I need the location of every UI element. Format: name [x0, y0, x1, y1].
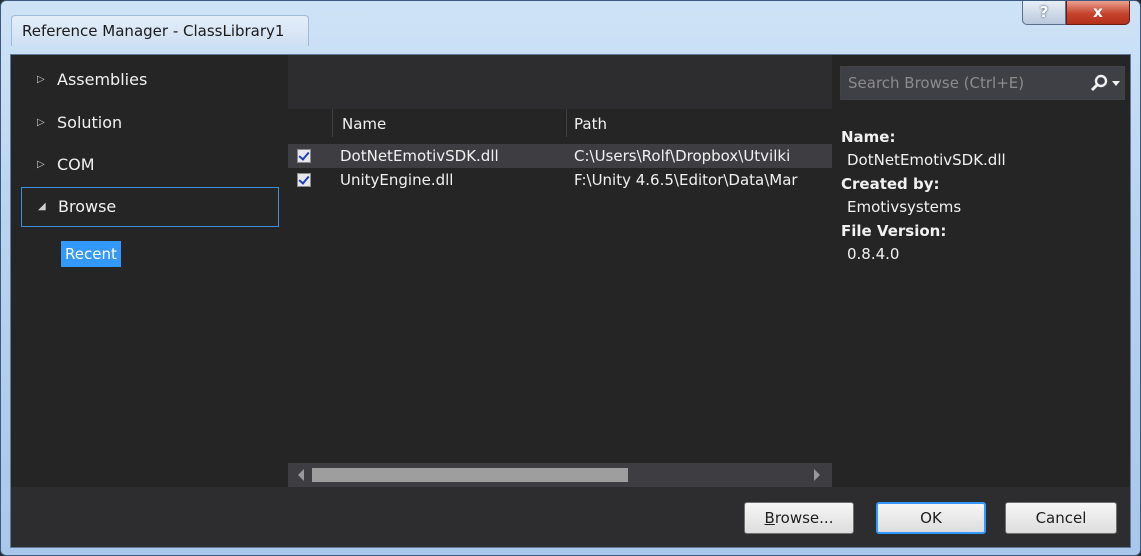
category-nav: ▷ Assemblies ▷ Solution ▷ COM ◢ Browse R… — [11, 55, 288, 487]
details-pane: Search Browse (Ctrl+E) Name: DotNetEmoti… — [832, 55, 1130, 487]
include-checkbox[interactable] — [297, 173, 311, 187]
cancel-button[interactable]: Cancel — [1005, 502, 1117, 534]
column-divider[interactable] — [332, 109, 333, 137]
close-button[interactable]: x — [1066, 1, 1130, 25]
detail-name-label: Name: — [841, 128, 896, 146]
scroll-left-icon[interactable] — [298, 469, 304, 481]
column-header-path[interactable]: Path — [574, 115, 607, 133]
reference-list: Name Path DotNetEmotivSDK.dll C:\Users\R… — [288, 109, 832, 487]
include-checkbox[interactable] — [297, 149, 311, 163]
dialog-footer: Browse... OK Cancel — [11, 487, 1130, 547]
detail-version-label: File Version: — [841, 222, 947, 240]
scroll-right-icon[interactable] — [814, 469, 820, 481]
nav-item-com[interactable]: ▷ COM — [21, 147, 279, 183]
nav-item-browse[interactable]: ◢ Browse — [21, 187, 279, 227]
collapse-arrow-icon: ◢ — [38, 201, 46, 212]
nav-subitem-recent[interactable]: Recent — [61, 241, 121, 267]
row-path: C:\Users\Rolf\Dropbox\Utvilki — [574, 147, 791, 165]
search-options-dropdown-icon[interactable] — [1112, 81, 1120, 86]
list-row[interactable]: UnityEngine.dll F:\Unity 4.6.5\Editor\Da… — [288, 168, 832, 192]
row-path: F:\Unity 4.6.5\Editor\Data\Mar — [574, 171, 798, 189]
search-box[interactable]: Search Browse (Ctrl+E) — [840, 66, 1125, 100]
browse-button[interactable]: Browse... — [744, 502, 854, 534]
nav-item-label: Assemblies — [57, 70, 148, 89]
detail-created-value: Emotivsystems — [847, 198, 962, 216]
expand-arrow-icon: ▷ — [37, 74, 45, 85]
row-name: DotNetEmotivSDK.dll — [340, 147, 499, 165]
horizontal-scrollbar[interactable] — [288, 463, 832, 487]
ok-button[interactable]: OK — [876, 502, 986, 534]
detail-version-value: 0.8.4.0 — [847, 245, 900, 263]
scroll-thumb[interactable] — [312, 468, 628, 482]
dialog-client-area: ▷ Assemblies ▷ Solution ▷ COM ◢ Browse R… — [10, 54, 1131, 548]
title-bar: Reference Manager - ClassLibrary1 ? x — [1, 1, 1140, 55]
window-title: Reference Manager - ClassLibrary1 — [11, 15, 310, 46]
browse-button-label: rowse... — [774, 509, 834, 527]
expand-arrow-icon: ▷ — [37, 159, 45, 170]
reference-manager-window: Reference Manager - ClassLibrary1 ? x ▷ … — [0, 0, 1141, 556]
search-input[interactable]: Search Browse (Ctrl+E) — [848, 74, 1024, 92]
help-button[interactable]: ? — [1022, 1, 1066, 25]
browse-mnemonic: B — [764, 509, 775, 527]
expand-arrow-icon: ▷ — [37, 117, 45, 128]
nav-item-solution[interactable]: ▷ Solution — [21, 105, 279, 141]
row-name: UnityEngine.dll — [340, 171, 454, 189]
column-header-name[interactable]: Name — [342, 115, 386, 133]
list-row[interactable]: DotNetEmotivSDK.dll C:\Users\Rolf\Dropbo… — [288, 144, 832, 168]
detail-created-label: Created by: — [841, 175, 940, 193]
column-divider[interactable] — [566, 109, 567, 137]
nav-item-label: Browse — [58, 197, 117, 216]
list-header: Name Path — [288, 109, 832, 137]
nav-item-label: Solution — [57, 113, 123, 132]
nav-item-label: COM — [57, 155, 95, 174]
nav-item-assemblies[interactable]: ▷ Assemblies — [21, 62, 279, 98]
detail-name-value: DotNetEmotivSDK.dll — [847, 151, 1006, 169]
search-icon[interactable] — [1089, 73, 1109, 93]
